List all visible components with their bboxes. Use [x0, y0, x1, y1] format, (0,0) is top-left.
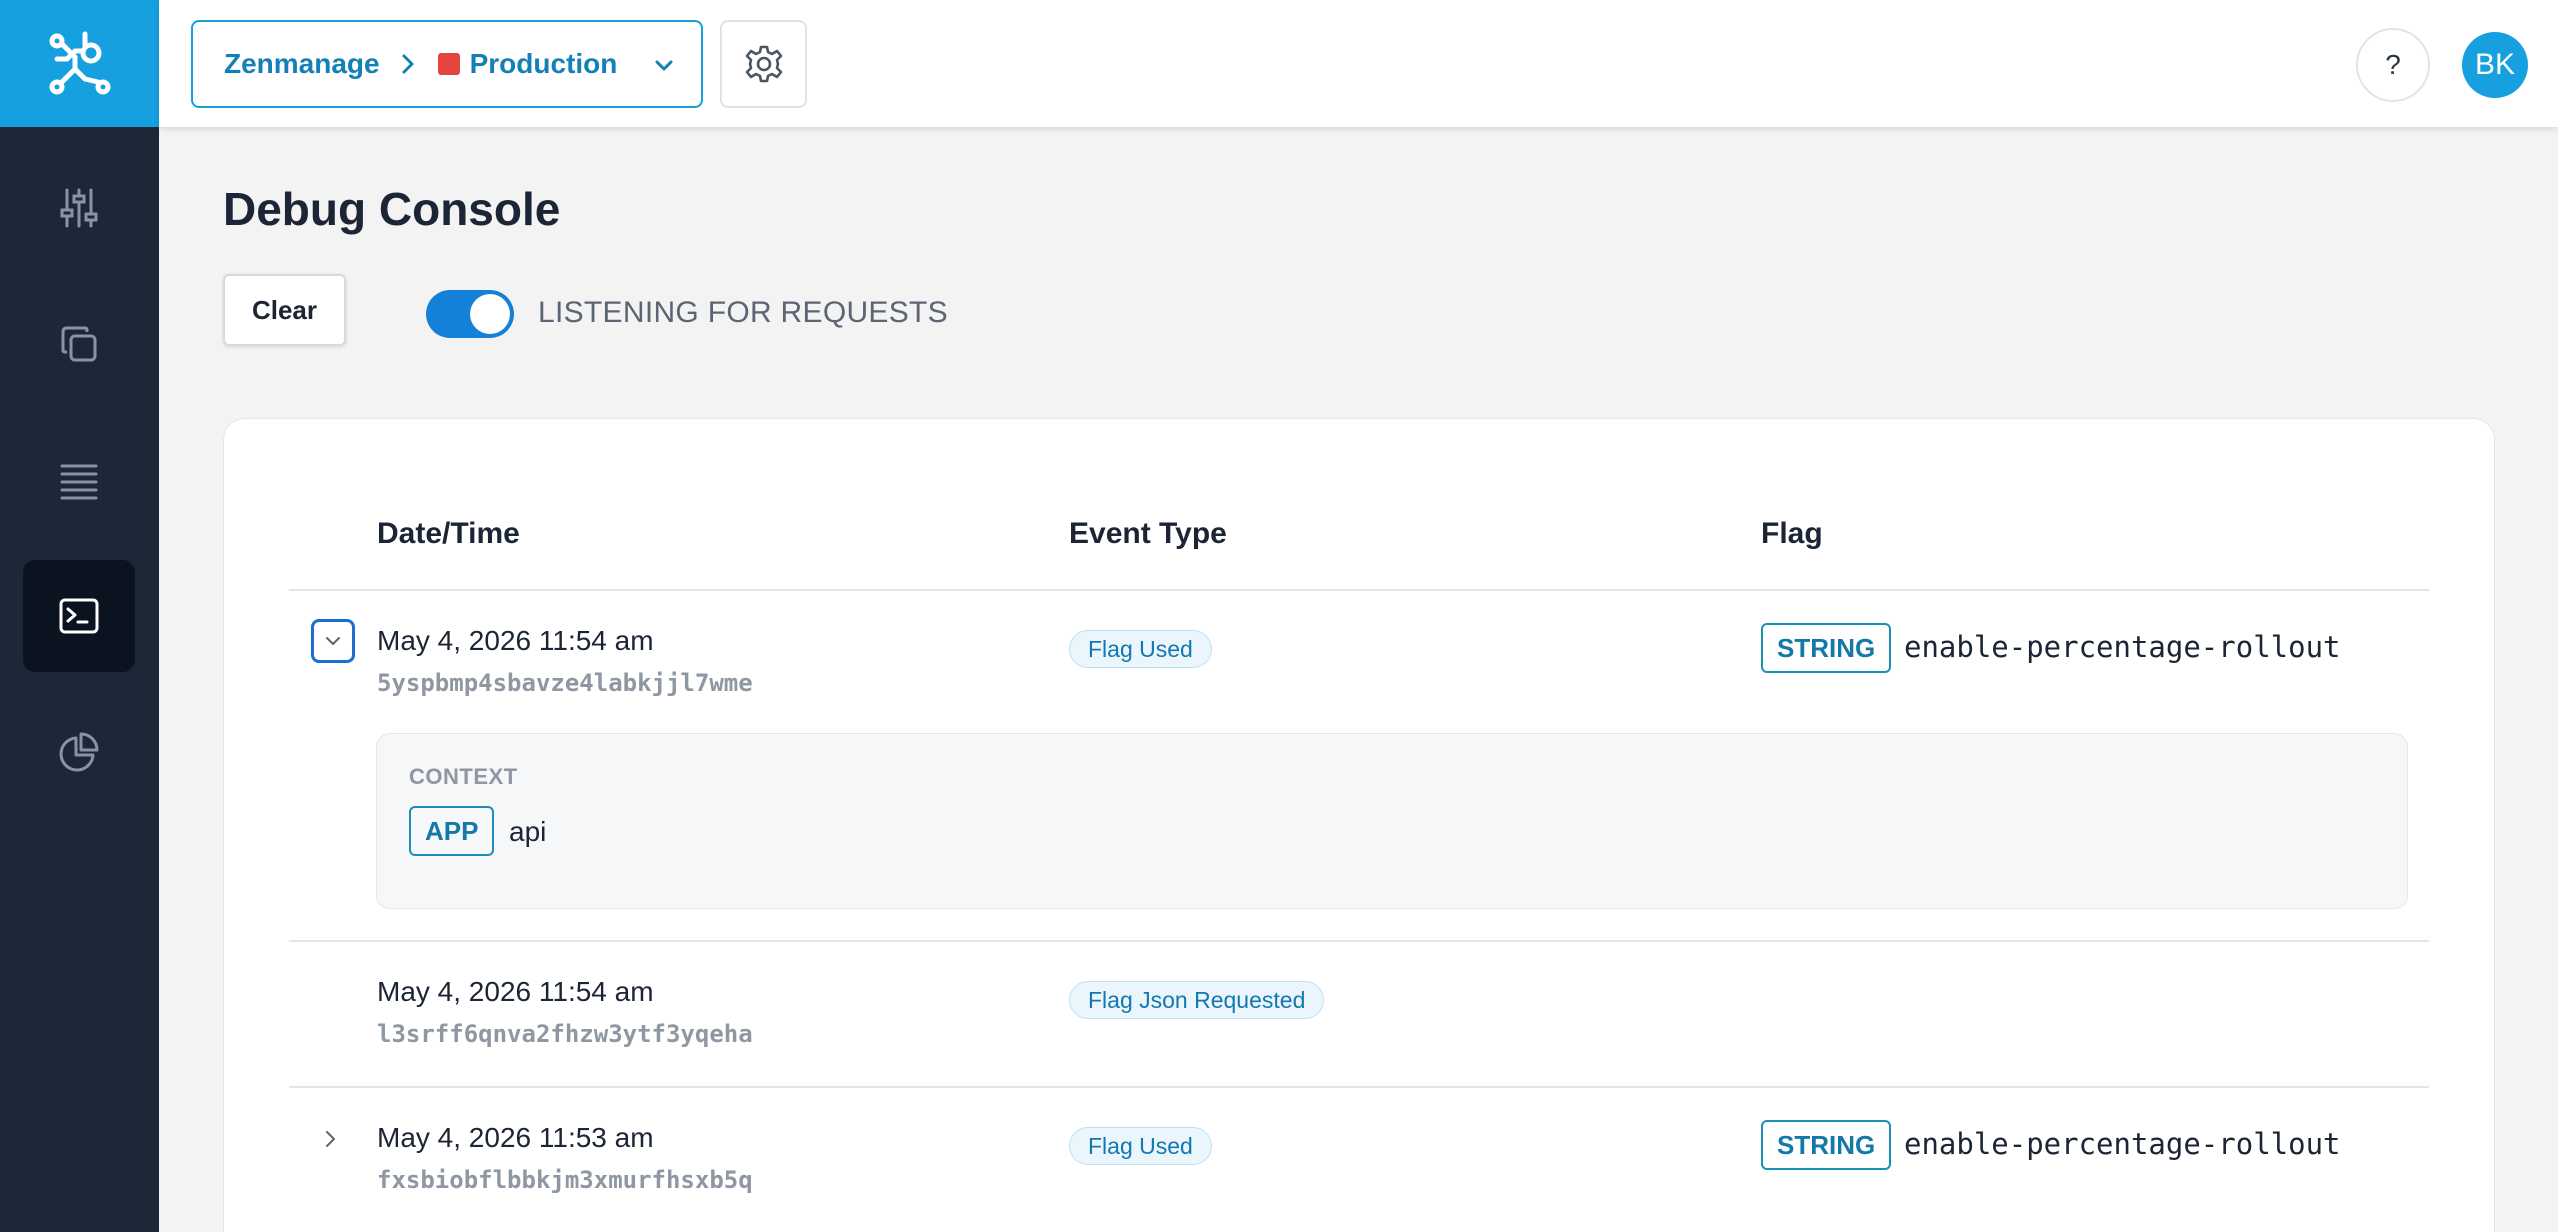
row-date: May 4, 2026 11:53 am	[377, 1122, 654, 1153]
row-request-id: 5yspbmp4sbavze4labkjjl7wme	[377, 669, 753, 697]
column-header-datetime: Date/Time	[377, 517, 520, 550]
flag-key: enable-percentage-rollout	[1904, 630, 2341, 664]
row-request-id: l3srff6qnva2fhzw3ytf3yqeha	[377, 1020, 753, 1048]
row-divider	[289, 1086, 2429, 1088]
context-label: CONTEXT	[409, 764, 518, 789]
column-header-event-type: Event Type	[1069, 517, 1227, 550]
chevron-down-icon	[653, 52, 675, 84]
environment-name: Production	[469, 48, 618, 79]
settings-button[interactable]	[720, 20, 807, 108]
context-key-tag: APP	[409, 806, 495, 856]
flag-type-tag: STRING	[1761, 623, 1892, 673]
sidebar-item-analytics[interactable]	[23, 696, 135, 808]
row-collapse-button[interactable]	[311, 619, 355, 663]
top-header: Zenmanage Production ? BK	[159, 0, 2558, 127]
header-divider	[289, 589, 2429, 591]
sidebar-item-logs[interactable]	[23, 424, 135, 536]
flag-type-tag: STRING	[1761, 1120, 1892, 1170]
event-type-badge: Flag Used	[1069, 630, 1212, 668]
clear-button[interactable]: Clear	[223, 274, 346, 346]
pie-chart-icon	[59, 732, 99, 772]
row-date: May 4, 2026 11:54 am	[377, 625, 654, 656]
toggle-knob	[470, 294, 510, 334]
copy-icon	[61, 326, 97, 362]
listening-toggle[interactable]	[426, 290, 514, 338]
row-divider	[289, 940, 2429, 942]
context-value: api	[509, 816, 547, 847]
page-title: Debug Console	[223, 183, 561, 235]
event-type-badge: Flag Used	[1069, 1127, 1212, 1165]
gear-icon	[745, 45, 782, 83]
list-icon	[60, 464, 98, 500]
sidebar-item-flags[interactable]	[23, 152, 135, 264]
project-name: Zenmanage	[224, 48, 380, 79]
flag-key: enable-percentage-rollout	[1904, 1127, 2341, 1161]
sidebar	[0, 0, 159, 1232]
sidebar-item-debug-console[interactable]	[23, 560, 135, 672]
row-date: May 4, 2026 11:54 am	[377, 976, 654, 1007]
row-request-id: fxsbiobflbbkjm3xmurfhsxb5q	[377, 1166, 753, 1194]
environment-switcher[interactable]: Zenmanage Production	[191, 20, 703, 108]
events-table-card: Date/Time Event Type Flag May 4, 2026 11…	[223, 418, 2495, 1232]
context-panel: CONTEXT APP api	[376, 733, 2408, 909]
column-header-flag: Flag	[1761, 517, 1823, 550]
sliders-icon	[60, 188, 98, 228]
row-expand-button[interactable]	[320, 1127, 340, 1156]
listening-status-label: LISTENING FOR REQUESTS	[538, 296, 948, 329]
user-avatar[interactable]: BK	[2462, 32, 2528, 98]
help-button[interactable]: ?	[2356, 28, 2430, 102]
circuit-logo-icon	[49, 31, 110, 94]
environment-color-swatch	[437, 53, 460, 75]
app-logo[interactable]	[0, 0, 159, 127]
terminal-icon	[59, 598, 99, 634]
event-type-badge: Flag Json Requested	[1069, 981, 1325, 1019]
sidebar-item-environments[interactable]	[23, 288, 135, 400]
chevron-down-icon	[326, 637, 340, 645]
chevron-right-icon	[400, 52, 416, 76]
chevron-right-icon	[326, 1131, 335, 1147]
